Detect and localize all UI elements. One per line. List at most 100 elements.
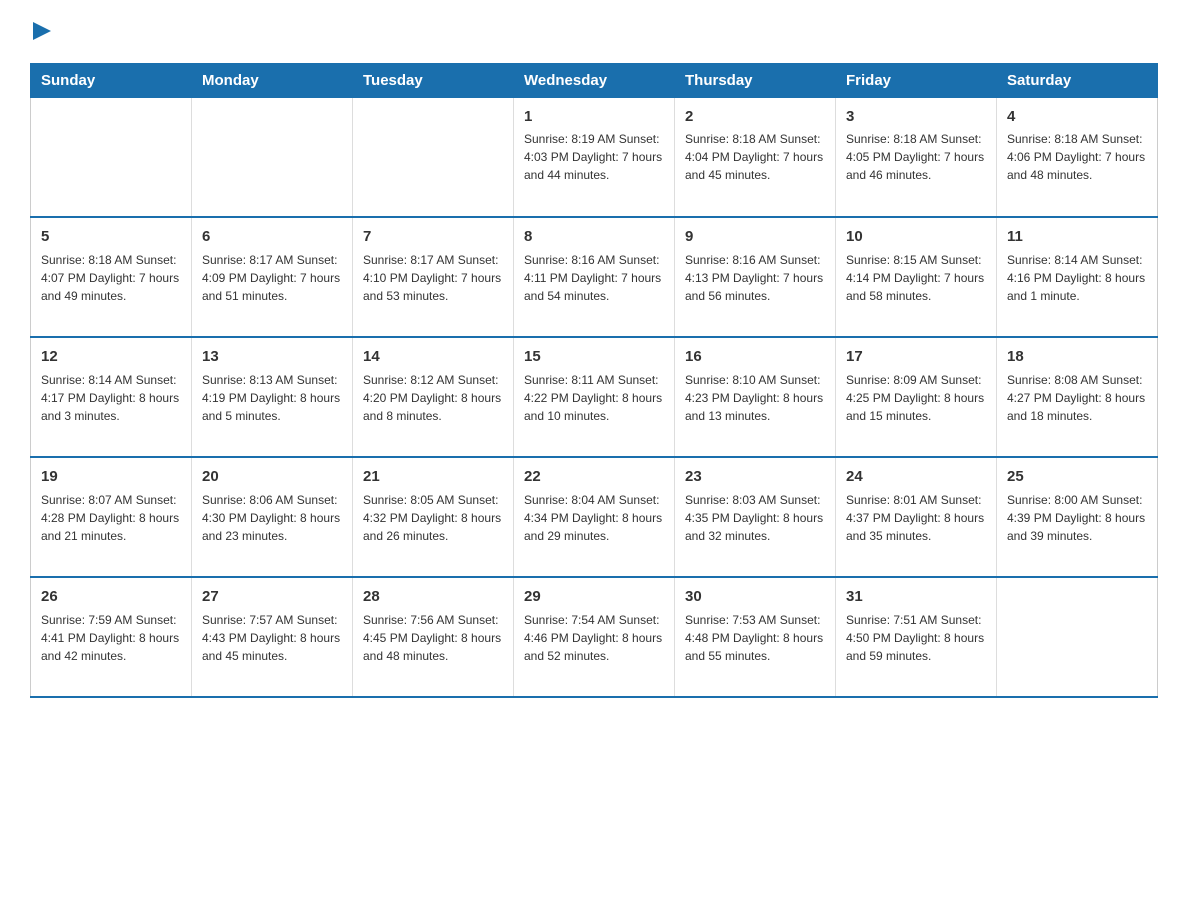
day-number: 25 (1007, 466, 1147, 488)
day-number: 21 (363, 466, 503, 488)
day-number: 18 (1007, 346, 1147, 368)
col-header-tuesday: Tuesday (353, 63, 514, 97)
day-info: Sunrise: 8:05 AM Sunset: 4:32 PM Dayligh… (363, 491, 503, 545)
calendar-cell: 19 Sunrise: 8:07 AM Sunset: 4:28 PM Dayli… (31, 457, 192, 577)
calendar-cell: 26 Sunrise: 7:59 AM Sunset: 4:41 PM Dayli… (31, 577, 192, 697)
day-number: 12 (41, 346, 181, 368)
day-number: 19 (41, 466, 181, 488)
day-number: 20 (202, 466, 342, 488)
day-info: Sunrise: 8:19 AM Sunset: 4:03 PM Dayligh… (524, 130, 664, 184)
day-number: 7 (363, 226, 503, 248)
day-number: 6 (202, 226, 342, 248)
calendar-table: SundayMondayTuesdayWednesdayThursdayFrid… (30, 63, 1158, 699)
day-info: Sunrise: 7:53 AM Sunset: 4:48 PM Dayligh… (685, 611, 825, 665)
calendar-cell: 3Sunrise: 8:18 AM Sunset: 4:05 PM Daylig… (836, 97, 997, 217)
week-row-2: 5Sunrise: 8:18 AM Sunset: 4:07 PM Daylig… (31, 217, 1158, 337)
calendar-cell: 18Sunrise: 8:08 AM Sunset: 4:27 PM Dayli… (997, 337, 1158, 457)
calendar-cell: 31Sunrise: 7:51 AM Sunset: 4:50 PM Dayli… (836, 577, 997, 697)
calendar-cell: 5Sunrise: 8:18 AM Sunset: 4:07 PM Daylig… (31, 217, 192, 337)
day-info: Sunrise: 8:18 AM Sunset: 4:06 PM Dayligh… (1007, 130, 1147, 184)
day-info: Sunrise: 7:51 AM Sunset: 4:50 PM Dayligh… (846, 611, 986, 665)
day-info: Sunrise: 8:07 AM Sunset: 4:28 PM Dayligh… (41, 491, 181, 545)
day-info: Sunrise: 8:16 AM Sunset: 4:13 PM Dayligh… (685, 251, 825, 305)
calendar-cell: 23Sunrise: 8:03 AM Sunset: 4:35 PM Dayli… (675, 457, 836, 577)
day-info: Sunrise: 8:14 AM Sunset: 4:17 PM Dayligh… (41, 371, 181, 425)
day-info: Sunrise: 8:17 AM Sunset: 4:10 PM Dayligh… (363, 251, 503, 305)
calendar-cell: 22 Sunrise: 8:04 AM Sunset: 4:34 PM Dayli… (514, 457, 675, 577)
calendar-cell: 1Sunrise: 8:19 AM Sunset: 4:03 PM Daylig… (514, 97, 675, 217)
week-row-3: 12 Sunrise: 8:14 AM Sunset: 4:17 PM Dayli… (31, 337, 1158, 457)
week-row-4: 19 Sunrise: 8:07 AM Sunset: 4:28 PM Dayli… (31, 457, 1158, 577)
day-number: 11 (1007, 226, 1147, 248)
day-info: Sunrise: 8:00 AM Sunset: 4:39 PM Dayligh… (1007, 491, 1147, 545)
calendar-cell: 8Sunrise: 8:16 AM Sunset: 4:11 PM Daylig… (514, 217, 675, 337)
day-info: Sunrise: 8:09 AM Sunset: 4:25 PM Dayligh… (846, 371, 986, 425)
calendar-cell: 27 Sunrise: 7:57 AM Sunset: 4:43 PM Dayli… (192, 577, 353, 697)
calendar-cell: 16 Sunrise: 8:10 AM Sunset: 4:23 PM Dayli… (675, 337, 836, 457)
day-number: 3 (846, 106, 986, 128)
day-info: Sunrise: 8:17 AM Sunset: 4:09 PM Dayligh… (202, 251, 342, 305)
col-header-sunday: Sunday (31, 63, 192, 97)
day-info: Sunrise: 7:54 AM Sunset: 4:46 PM Dayligh… (524, 611, 664, 665)
col-header-monday: Monday (192, 63, 353, 97)
day-info: Sunrise: 8:06 AM Sunset: 4:30 PM Dayligh… (202, 491, 342, 545)
calendar-cell: 11 Sunrise: 8:14 AM Sunset: 4:16 PM Dayli… (997, 217, 1158, 337)
calendar-header-row: SundayMondayTuesdayWednesdayThursdayFrid… (31, 63, 1158, 97)
day-info: Sunrise: 8:01 AM Sunset: 4:37 PM Dayligh… (846, 491, 986, 545)
calendar-cell: 28Sunrise: 7:56 AM Sunset: 4:45 PM Dayli… (353, 577, 514, 697)
calendar-cell: 25 Sunrise: 8:00 AM Sunset: 4:39 PM Dayli… (997, 457, 1158, 577)
day-number: 29 (524, 586, 664, 608)
day-number: 15 (524, 346, 664, 368)
day-info: Sunrise: 8:18 AM Sunset: 4:04 PM Dayligh… (685, 130, 825, 184)
header (30, 20, 1158, 45)
day-info: Sunrise: 8:18 AM Sunset: 4:05 PM Dayligh… (846, 130, 986, 184)
col-header-thursday: Thursday (675, 63, 836, 97)
logo-arrow-icon (33, 22, 51, 40)
day-info: Sunrise: 8:04 AM Sunset: 4:34 PM Dayligh… (524, 491, 664, 545)
day-info: Sunrise: 8:03 AM Sunset: 4:35 PM Dayligh… (685, 491, 825, 545)
logo (30, 20, 51, 45)
day-number: 22 (524, 466, 664, 488)
day-number: 24 (846, 466, 986, 488)
calendar-cell: 17 Sunrise: 8:09 AM Sunset: 4:25 PM Dayli… (836, 337, 997, 457)
day-number: 26 (41, 586, 181, 608)
week-row-1: 1Sunrise: 8:19 AM Sunset: 4:03 PM Daylig… (31, 97, 1158, 217)
day-number: 16 (685, 346, 825, 368)
col-header-wednesday: Wednesday (514, 63, 675, 97)
day-number: 14 (363, 346, 503, 368)
calendar-cell: 7 Sunrise: 8:17 AM Sunset: 4:10 PM Daylig… (353, 217, 514, 337)
calendar-cell (192, 97, 353, 217)
day-info: Sunrise: 8:15 AM Sunset: 4:14 PM Dayligh… (846, 251, 986, 305)
calendar-cell: 20 Sunrise: 8:06 AM Sunset: 4:30 PM Dayli… (192, 457, 353, 577)
day-number: 13 (202, 346, 342, 368)
calendar-cell: 15 Sunrise: 8:11 AM Sunset: 4:22 PM Dayli… (514, 337, 675, 457)
calendar-cell: 21 Sunrise: 8:05 AM Sunset: 4:32 PM Dayli… (353, 457, 514, 577)
calendar-cell: 13Sunrise: 8:13 AM Sunset: 4:19 PM Dayli… (192, 337, 353, 457)
calendar-cell: 2Sunrise: 8:18 AM Sunset: 4:04 PM Daylig… (675, 97, 836, 217)
col-header-saturday: Saturday (997, 63, 1158, 97)
day-info: Sunrise: 8:16 AM Sunset: 4:11 PM Dayligh… (524, 251, 664, 305)
day-number: 10 (846, 226, 986, 248)
day-number: 27 (202, 586, 342, 608)
calendar-cell: 9Sunrise: 8:16 AM Sunset: 4:13 PM Daylig… (675, 217, 836, 337)
calendar-cell (997, 577, 1158, 697)
day-info: Sunrise: 8:14 AM Sunset: 4:16 PM Dayligh… (1007, 251, 1147, 305)
day-number: 28 (363, 586, 503, 608)
calendar-cell: 30 Sunrise: 7:53 AM Sunset: 4:48 PM Dayli… (675, 577, 836, 697)
day-number: 1 (524, 106, 664, 128)
day-info: Sunrise: 8:10 AM Sunset: 4:23 PM Dayligh… (685, 371, 825, 425)
week-row-5: 26 Sunrise: 7:59 AM Sunset: 4:41 PM Dayli… (31, 577, 1158, 697)
day-info: Sunrise: 8:12 AM Sunset: 4:20 PM Dayligh… (363, 371, 503, 425)
calendar-cell: 12 Sunrise: 8:14 AM Sunset: 4:17 PM Dayli… (31, 337, 192, 457)
calendar-cell (31, 97, 192, 217)
calendar-cell: 10 Sunrise: 8:15 AM Sunset: 4:14 PM Dayli… (836, 217, 997, 337)
day-number: 4 (1007, 106, 1147, 128)
day-number: 5 (41, 226, 181, 248)
day-number: 30 (685, 586, 825, 608)
calendar-cell: 24 Sunrise: 8:01 AM Sunset: 4:37 PM Dayli… (836, 457, 997, 577)
day-info: Sunrise: 8:11 AM Sunset: 4:22 PM Dayligh… (524, 371, 664, 425)
calendar-cell: 6 Sunrise: 8:17 AM Sunset: 4:09 PM Daylig… (192, 217, 353, 337)
day-info: Sunrise: 7:57 AM Sunset: 4:43 PM Dayligh… (202, 611, 342, 665)
day-info: Sunrise: 7:59 AM Sunset: 4:41 PM Dayligh… (41, 611, 181, 665)
day-number: 17 (846, 346, 986, 368)
